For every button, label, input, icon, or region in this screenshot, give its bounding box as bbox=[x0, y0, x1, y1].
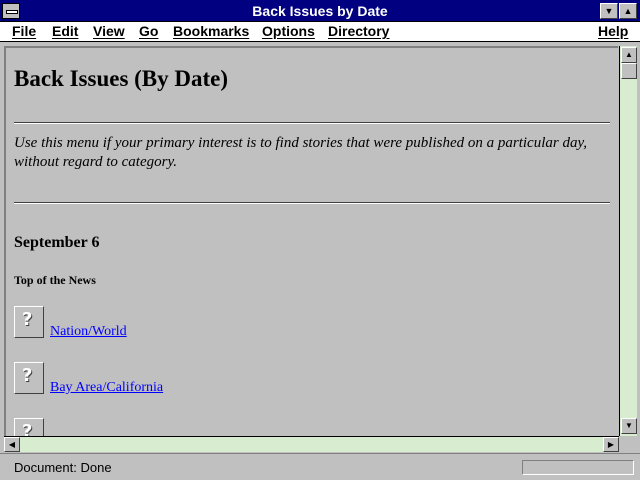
scroll-left-icon[interactable]: ◀ bbox=[4, 437, 20, 452]
scroll-thumb[interactable] bbox=[621, 63, 637, 79]
scroll-up-icon[interactable]: ▲ bbox=[621, 47, 637, 63]
progress-indicator bbox=[522, 460, 634, 475]
intro-text: Use this menu if your primary interest i… bbox=[14, 135, 588, 170]
menu-edit[interactable]: Edit bbox=[52, 23, 78, 39]
menu-bar: File Edit View Go Bookmarks Options Dire… bbox=[0, 22, 640, 42]
menu-bookmarks[interactable]: Bookmarks bbox=[173, 23, 249, 39]
status-text: Document: Done bbox=[14, 460, 112, 475]
vertical-scrollbar[interactable]: ▲ ▼ bbox=[619, 46, 637, 436]
section-heading: Top of the News bbox=[14, 273, 96, 287]
broken-image-icon[interactable]: ? bbox=[14, 418, 44, 436]
window-title: Back Issues by Date bbox=[252, 3, 388, 19]
menu-go[interactable]: Go bbox=[139, 23, 158, 39]
minimize-button[interactable]: ▼ bbox=[600, 3, 618, 19]
menu-file[interactable]: File bbox=[12, 23, 36, 39]
scroll-down-icon[interactable]: ▼ bbox=[621, 418, 637, 434]
scroll-right-icon[interactable]: ▶ bbox=[603, 437, 619, 452]
divider bbox=[14, 202, 610, 204]
horizontal-scrollbar[interactable]: ◀ ▶ bbox=[4, 436, 619, 452]
status-bar: Document: Done bbox=[0, 453, 640, 480]
menu-directory[interactable]: Directory bbox=[328, 23, 389, 39]
menu-help[interactable]: Help bbox=[598, 23, 628, 39]
menu-view[interactable]: View bbox=[93, 23, 125, 39]
title-bar: Back Issues by Date ▼ ▲ bbox=[0, 0, 640, 22]
divider bbox=[14, 122, 610, 124]
broken-image-icon[interactable]: ? bbox=[14, 362, 44, 394]
scrollbar-corner bbox=[619, 436, 637, 452]
broken-image-icon[interactable]: ? bbox=[14, 306, 44, 338]
page-title: Back Issues (By Date) bbox=[14, 66, 229, 91]
link-bay-area-california[interactable]: Bay Area/California bbox=[50, 380, 163, 396]
document-view[interactable]: Back Issues (By Date) Use this menu if y… bbox=[4, 46, 618, 436]
link-nation-world[interactable]: Nation/World bbox=[50, 324, 127, 340]
menu-options[interactable]: Options bbox=[262, 23, 315, 39]
date-heading: September 6 bbox=[14, 234, 100, 251]
maximize-button[interactable]: ▲ bbox=[619, 3, 637, 19]
